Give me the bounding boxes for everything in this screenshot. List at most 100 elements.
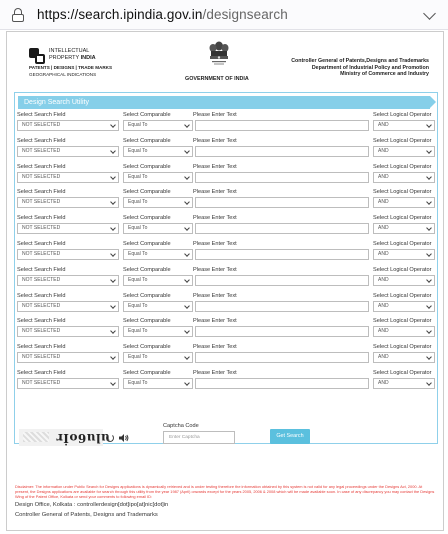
logical-operator-label: Select Logical Operator [373,137,432,144]
search-field-label: Select Search Field [17,163,66,170]
comparable-select[interactable]: Equal To [123,352,193,364]
comparable-select[interactable]: Equal To [123,145,193,157]
browser-address-bar[interactable]: https://search.ipindia.gov.in/designsear… [0,0,448,30]
chevron-down-icon [426,380,432,386]
logical-operator-select[interactable]: AND [373,249,435,260]
logical-operator-select[interactable]: AND [373,120,435,131]
logical-operator-select[interactable]: AND [373,326,435,338]
logical-operator-label: Select Logical Operator [373,241,432,247]
logical-operator-select[interactable]: AND [373,145,435,157]
comparable-select[interactable]: Equal To [123,300,193,312]
chevron-down-icon [184,328,190,335]
comparable-label: Select Comparable [123,344,171,351]
chevron-down-icon [426,122,432,128]
comparable-select[interactable]: Equal To [123,120,193,131]
comparable-label: Select Comparable [123,215,171,222]
comparable-select[interactable]: Equal To [123,197,193,209]
chevron-down-icon [110,354,116,361]
comparable-label: Select Comparable [123,163,171,170]
search-row: Select Search Field Select Comparable Plea… [7,112,443,137]
comparable-select[interactable]: Equal To [123,274,193,286]
search-text-input[interactable] [195,274,369,286]
search-text-input[interactable] [195,326,369,338]
logical-operator-select[interactable]: AND [373,171,435,183]
get-search-button[interactable]: Get Search [270,429,310,444]
search-field-label: Select Search Field [17,318,66,325]
search-row: Select Search Field Select Comparable Plea… [7,215,443,240]
search-field-select[interactable]: NOT SELECTED [17,145,119,157]
site-header: INTELLECTUAL PROPERTY INDIA PATENTS | DE… [7,32,443,90]
search-row: Select Search Field Select Comparable Plea… [7,267,443,292]
chevron-down-icon[interactable] [423,7,436,20]
comparable-select[interactable]: Equal To [123,326,193,338]
search-field-select[interactable]: NOT SELECTED [17,300,119,312]
enter-text-label: Please Enter Text [193,266,237,273]
search-field-label: Select Search Field [17,215,66,222]
search-text-input[interactable] [195,171,369,183]
logical-operator-label: Select Logical Operator [373,318,432,325]
search-field-select[interactable]: NOT SELECTED [17,352,119,364]
search-text-input[interactable] [195,145,369,157]
chevron-down-icon [184,354,190,361]
captcha-input[interactable]: Enter Captcha [163,431,235,444]
comparable-select[interactable]: Equal To [123,171,193,183]
chevron-down-icon [426,173,432,180]
logical-operator-select[interactable]: AND [373,274,435,286]
chevron-down-icon [184,199,190,206]
search-text-input[interactable] [195,223,369,235]
chevron-down-icon [426,199,432,206]
search-field-select[interactable]: NOT SELECTED [17,274,119,286]
enter-text-label: Please Enter Text [193,189,237,196]
chevron-down-icon [426,251,432,257]
comparable-label: Select Comparable [123,266,171,273]
search-field-label: Select Search Field [17,189,66,196]
ip-logo-icon [29,48,47,64]
chevron-down-icon [426,302,432,309]
search-text-input[interactable] [195,378,369,389]
ip-logo-line4: GEOGRAPHICAL INDICATIONS [29,72,97,77]
captcha-image: ulu6oİr [19,429,110,446]
logical-operator-label: Select Logical Operator [373,292,432,299]
enter-text-label: Please Enter Text [193,370,237,376]
national-emblem-icon [209,41,229,65]
search-text-input[interactable] [195,249,369,260]
logical-operator-select[interactable]: AND [373,300,435,312]
search-field-select[interactable]: NOT SELECTED [17,120,119,131]
search-text-input[interactable] [195,197,369,209]
search-field-select[interactable]: NOT SELECTED [17,326,119,338]
search-text-input[interactable] [195,300,369,312]
chevron-down-icon [110,225,116,232]
logical-operator-select[interactable]: AND [373,352,435,364]
enter-text-label: Please Enter Text [193,241,237,247]
search-text-input[interactable] [195,120,369,131]
enter-text-label: Please Enter Text [193,292,237,299]
chevron-down-icon [110,328,116,335]
search-text-input[interactable] [195,352,369,364]
enter-text-label: Please Enter Text [193,344,237,351]
search-row: Select Search Field Select Comparable Plea… [7,293,443,318]
search-field-label: Select Search Field [17,112,66,118]
refresh-captcha-icon[interactable] [106,434,114,442]
footer-cgpdtm: Controller General of Patents, Designs a… [15,512,158,518]
chevron-down-icon [426,147,432,154]
enter-text-label: Please Enter Text [193,215,237,222]
logical-operator-select[interactable]: AND [373,197,435,209]
search-field-select[interactable]: NOT SELECTED [17,197,119,209]
logical-operator-label: Select Logical Operator [373,266,432,273]
search-field-select[interactable]: NOT SELECTED [17,378,119,389]
comparable-select[interactable]: Equal To [123,223,193,235]
search-field-select[interactable]: NOT SELECTED [17,223,119,235]
chevron-down-icon [110,380,116,386]
logical-operator-select[interactable]: AND [373,378,435,389]
speaker-icon[interactable] [119,434,129,442]
chevron-down-icon [110,173,116,180]
search-field-select[interactable]: NOT SELECTED [17,171,119,183]
logical-operator-select[interactable]: AND [373,223,435,235]
chevron-down-icon [184,173,190,180]
comparable-select[interactable]: Equal To [123,378,193,389]
chevron-down-icon [426,328,432,335]
comparable-select[interactable]: Equal To [123,249,193,260]
url-text[interactable]: https://search.ipindia.gov.in/designsear… [37,7,288,22]
chevron-down-icon [184,225,190,232]
search-field-select[interactable]: NOT SELECTED [17,249,119,260]
